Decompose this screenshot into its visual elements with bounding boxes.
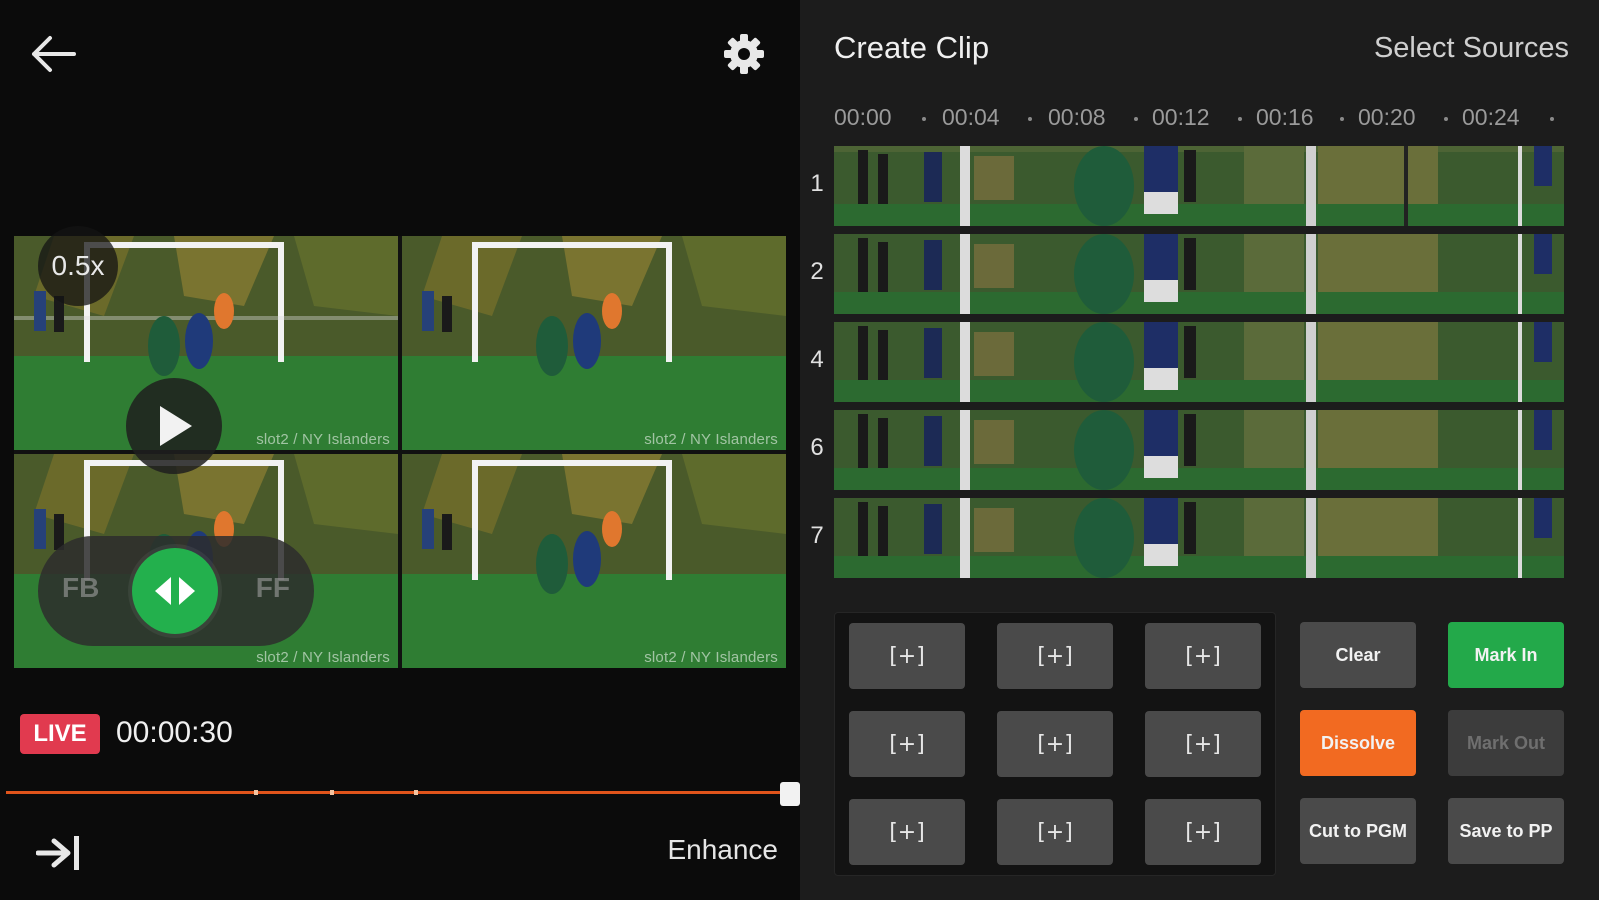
ruler-tick-label: 00:04: [942, 104, 1000, 130]
mark-out-button[interactable]: Mark Out: [1448, 710, 1564, 776]
preset-slot-button[interactable]: [+]: [1145, 799, 1261, 865]
preset-slot-button[interactable]: [+]: [849, 623, 965, 689]
track-number: 2: [810, 258, 824, 285]
track-filmstrip[interactable]: [834, 234, 1564, 314]
ruler-dot: [1134, 117, 1138, 121]
live-badge[interactable]: LIVE: [20, 714, 100, 754]
ruler-dot: [1028, 117, 1032, 121]
preset-slot-button[interactable]: [+]: [997, 799, 1113, 865]
track-row[interactable]: 7: [800, 498, 1599, 578]
ruler-dot: [1550, 117, 1554, 121]
ruler-tick-label: 00:00: [834, 104, 892, 130]
scrubber-marker: [254, 790, 258, 795]
camera-caption: slot2 / NY Islanders: [256, 431, 390, 448]
player-panel: slot2 / NY Islanders slot2 / NY Islander…: [0, 0, 800, 900]
scrubber-track: [6, 791, 788, 794]
play-icon: [160, 406, 192, 446]
ruler-tick-label: 00:08: [1048, 104, 1106, 130]
preset-slot-button[interactable]: [+]: [997, 711, 1113, 777]
timecode: 00:00:30: [116, 716, 233, 749]
jog-knob[interactable]: [132, 548, 218, 634]
camera-view-2[interactable]: slot2 / NY Islanders: [402, 236, 786, 450]
clear-button[interactable]: Clear: [1300, 622, 1416, 688]
ruler-tick-label: 00:16: [1256, 104, 1314, 130]
ruler-dot: [1238, 117, 1242, 121]
track-filmstrip[interactable]: [834, 322, 1564, 402]
track-row[interactable]: 4: [800, 322, 1599, 402]
camera-caption: slot2 / NY Islanders: [256, 649, 390, 666]
track-row[interactable]: 2: [800, 234, 1599, 314]
camera-caption: slot2 / NY Islanders: [644, 431, 778, 448]
select-sources-button[interactable]: Select Sources: [1374, 32, 1569, 65]
soccer-scene-image: [402, 454, 786, 668]
timeline-ruler[interactable]: 00:00 00:04 00:08 00:12 00:16 00:20 00:2…: [834, 104, 1566, 138]
camera-caption: slot2 / NY Islanders: [644, 649, 778, 666]
ruler-dot: [922, 117, 926, 121]
jog-shuttle-control[interactable]: FB FF: [38, 536, 314, 646]
ruler-dot: [1444, 117, 1448, 121]
track-number: 7: [810, 522, 824, 549]
track-number: 1: [810, 170, 824, 197]
create-clip-panel: Create Clip Select Sources 00:00 00:04 0…: [800, 0, 1599, 900]
scrubber-marker: [330, 790, 334, 795]
preset-slot-button[interactable]: [+]: [849, 711, 965, 777]
preset-slot-button[interactable]: [+]: [849, 799, 965, 865]
fast-backward-button[interactable]: FB: [62, 572, 99, 604]
preset-slot-button[interactable]: [+]: [1145, 711, 1261, 777]
preset-slot-grid: [+] [+] [+] [+] [+] [+] [+] [+] [+]: [834, 612, 1276, 876]
scrubber-marker: [414, 790, 418, 795]
track-number: 4: [810, 346, 824, 373]
track-row[interactable]: 6: [800, 410, 1599, 490]
left-right-arrows-icon: [155, 577, 195, 605]
fast-forward-button[interactable]: FF: [256, 572, 290, 604]
ruler-tick-label: 00:12: [1152, 104, 1210, 130]
track-filmstrip[interactable]: [834, 146, 1564, 226]
ruler-dot: [1340, 117, 1344, 121]
ruler-tick-label: 00:20: [1358, 104, 1416, 130]
enhance-button[interactable]: Enhance: [667, 834, 778, 866]
cut-to-pgm-button[interactable]: Cut to PGM: [1300, 798, 1416, 864]
dissolve-button[interactable]: Dissolve: [1300, 710, 1416, 776]
panel-title: Create Clip: [834, 30, 990, 65]
preset-slot-button[interactable]: [+]: [1145, 623, 1261, 689]
back-arrow-icon[interactable]: [28, 30, 80, 78]
track-number: 6: [810, 434, 824, 461]
track-filmstrip[interactable]: [834, 498, 1564, 578]
scrubber-handle[interactable]: [780, 782, 800, 806]
playback-scrubber[interactable]: [6, 782, 800, 806]
camera-view-4[interactable]: slot2 / NY Islanders: [402, 454, 786, 668]
ruler-tick-label: 00:24: [1462, 104, 1520, 130]
mark-in-button[interactable]: Mark In: [1448, 622, 1564, 688]
skip-to-end-icon[interactable]: [36, 832, 84, 874]
play-button[interactable]: [126, 378, 222, 474]
preset-slot-button[interactable]: [+]: [997, 623, 1113, 689]
track-row[interactable]: 1: [800, 146, 1599, 226]
save-to-pp-button[interactable]: Save to PP: [1448, 798, 1564, 864]
track-filmstrip[interactable]: [834, 410, 1564, 490]
soccer-scene-image: [402, 236, 786, 450]
playback-speed-badge[interactable]: 0.5x: [38, 226, 118, 306]
gear-icon[interactable]: [720, 30, 768, 78]
